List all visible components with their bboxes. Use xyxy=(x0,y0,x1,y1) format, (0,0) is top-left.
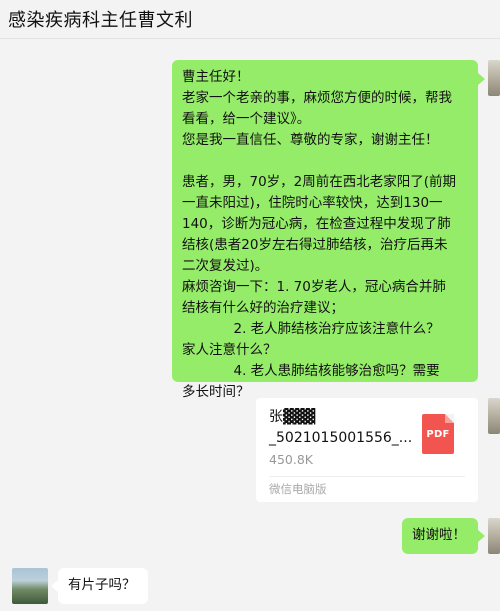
message-bubble-thanks[interactable]: 谢谢啦！ xyxy=(402,518,478,554)
chat-header: 感染疾病科主任曹文利 xyxy=(0,0,500,39)
file-attachment-card[interactable]: 张▓▓▓ _5021015001556_... 450.8K PDF 微信电脑版 xyxy=(256,398,478,502)
file-size: 450.8K xyxy=(269,452,313,467)
self-avatar[interactable] xyxy=(488,518,500,554)
file-name-line2: _5021015001556_... xyxy=(269,430,413,446)
message-text: 曹主任好！ 老家一个老亲的事，麻烦您方便的时候，帮我 看看，给一个建议》。您是我一直… xyxy=(182,67,456,403)
message-line: 老家一个老亲的事，麻烦您方便的时候，帮我 xyxy=(182,90,452,106)
message-line: 结核(患者20岁左右得过肺结核，治疗后再未 xyxy=(182,237,448,253)
bubble-tail xyxy=(478,530,485,542)
message-line: 麻烦咨询一下：1. 70岁老人，冠心病合并肺 xyxy=(182,279,446,295)
message-line: 您是我一直信任、尊敬的专家，谢谢主任！ xyxy=(182,132,439,148)
pdf-file-icon: PDF xyxy=(422,414,454,454)
message-line xyxy=(182,151,456,172)
message-bubble-long[interactable]: 曹主任好！ 老家一个老亲的事，麻烦您方便的时候，帮我 看看，给一个建议》。您是我一直… xyxy=(172,60,478,400)
pdf-icon-label: PDF xyxy=(426,429,450,440)
message-line: 家人注意什么？ xyxy=(182,342,277,358)
message-text: 有片子吗？ xyxy=(68,575,136,596)
message-line: 140，诊断为冠心病，在检查过程中发现了肺 xyxy=(182,216,451,232)
message-line: 2. 老人肺结核治疗应该注意什么？ xyxy=(182,321,440,337)
bubble-tail xyxy=(478,73,485,85)
message-bubble-incoming[interactable]: 有片子吗？ xyxy=(58,568,148,604)
chat-title: 感染疾病科主任曹文利 xyxy=(8,10,193,31)
message-line: 二次复发过)。 xyxy=(182,258,269,274)
message-line: 4. 老人患肺结核能够治愈吗？需要 xyxy=(182,363,440,379)
message-line: 患者，男，70岁，2周前在西北老家阳了(前期 xyxy=(182,174,457,190)
message-text: 谢谢啦！ xyxy=(412,525,466,546)
message-line: 结核有什么好的治疗建议； xyxy=(182,300,344,316)
message-line: 一直未阳过)，住院时心率较快，达到130一 xyxy=(182,195,443,211)
contact-avatar[interactable] xyxy=(12,568,48,604)
pdf-icon-fold xyxy=(445,414,454,423)
message-line: 曹主任好！ xyxy=(182,69,250,85)
message-line: 谢谢啦！ xyxy=(412,527,466,543)
self-avatar[interactable] xyxy=(488,398,500,434)
file-source-label: 微信电脑版 xyxy=(269,482,327,496)
self-avatar[interactable] xyxy=(488,60,500,96)
file-card-divider xyxy=(269,476,465,477)
message-line: 有片子吗？ xyxy=(68,577,136,593)
file-name-line1: 张▓▓▓ xyxy=(269,409,316,425)
bubble-tail xyxy=(51,580,58,592)
message-line: 看看，给一个建议》。 xyxy=(182,111,311,127)
